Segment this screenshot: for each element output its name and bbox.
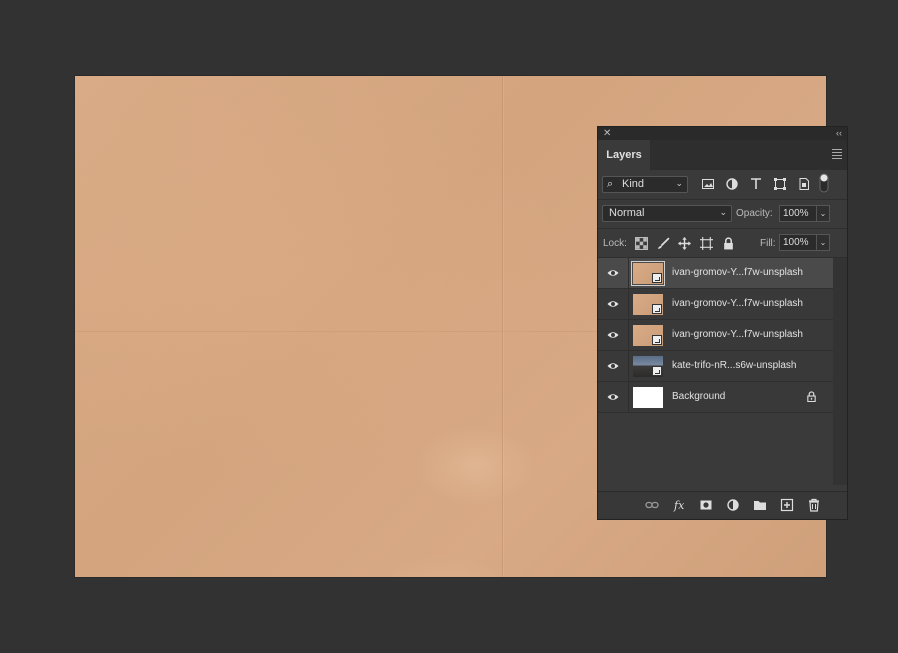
lock-all-icon[interactable] <box>722 237 735 250</box>
layer-row[interactable]: ivan-gromov-Y...f7w-unsplash <box>598 289 833 320</box>
panel-header-strip: ✕ ‹‹ <box>598 127 847 140</box>
smart-object-icon <box>652 273 662 283</box>
layer-mask-icon[interactable] <box>699 498 713 512</box>
lock-transparent-icon[interactable] <box>635 237 648 250</box>
layer-name: Background <box>672 391 726 402</box>
row-divider <box>628 320 629 350</box>
opacity-dropdown-icon[interactable]: ⌄ <box>816 205 830 222</box>
layers-panel: ✕ ‹‹ Layers ⌕ Kind ⌄ Normal ⌄ Opacity: 1… <box>597 126 848 520</box>
fill-input[interactable]: 100% <box>779 234 817 251</box>
chevron-down-icon: ⌄ <box>675 178 683 188</box>
svg-text:fx: fx <box>673 499 685 512</box>
chevron-down-icon: ⌄ <box>719 207 727 217</box>
blend-row: Normal ⌄ Opacity: 100% ⌄ <box>598 200 847 229</box>
layer-row[interactable]: ivan-gromov-Y...f7w-unsplash <box>598 258 833 289</box>
layer-thumbnail <box>633 387 663 408</box>
lock-position-icon[interactable] <box>678 237 691 250</box>
row-divider <box>628 351 629 381</box>
panel-footer: fx <box>598 491 847 519</box>
opacity-input[interactable]: 100% <box>779 205 817 222</box>
panel-tab-bar: Layers <box>598 140 847 170</box>
layer-row[interactable]: kate-trifo-nR...s6w-unsplash <box>598 351 833 382</box>
opacity-label: Opacity: <box>736 208 773 219</box>
adjustment-filter-icon[interactable] <box>725 177 739 191</box>
collapse-panel-icon[interactable]: ‹‹ <box>836 127 842 140</box>
layer-name: ivan-gromov-Y...f7w-unsplash <box>672 267 803 278</box>
smart-object-icon <box>652 366 662 376</box>
type-filter-icon[interactable] <box>749 177 763 191</box>
search-icon: ⌕ <box>607 178 614 190</box>
smart-object-filter-icon[interactable] <box>797 177 811 191</box>
row-divider <box>628 289 629 319</box>
layer-thumbnail <box>633 356 663 377</box>
fill-dropdown-icon[interactable]: ⌄ <box>816 234 830 251</box>
layer-name: ivan-gromov-Y...f7w-unsplash <box>672 329 803 340</box>
close-panel-icon[interactable]: ✕ <box>603 127 611 140</box>
smart-object-icon <box>652 304 662 314</box>
panel-menu-icon[interactable] <box>832 149 842 161</box>
eye-icon[interactable] <box>607 360 619 372</box>
paper-fold-vertical <box>502 76 504 577</box>
blend-mode-select[interactable]: Normal ⌄ <box>602 205 732 222</box>
eye-icon[interactable] <box>607 298 619 310</box>
lock-row: Lock: Fill: 100% ⌄ <box>598 229 847 258</box>
eye-icon[interactable] <box>607 391 619 403</box>
lock-label: Lock: <box>603 238 627 249</box>
eye-icon[interactable] <box>607 329 619 341</box>
layer-row[interactable]: Background <box>598 382 833 413</box>
delete-layer-icon[interactable] <box>807 498 821 512</box>
link-layers-icon[interactable] <box>645 498 659 512</box>
lock-image-icon[interactable] <box>657 237 670 250</box>
tab-layers[interactable]: Layers <box>598 140 650 170</box>
fx-icon[interactable]: fx <box>673 498 687 512</box>
layer-thumbnail <box>633 294 663 315</box>
new-group-icon[interactable] <box>753 498 767 512</box>
row-divider <box>628 258 629 288</box>
lock-icon <box>807 391 816 402</box>
row-divider <box>628 382 629 412</box>
layer-thumbnail <box>633 325 663 346</box>
layer-name: kate-trifo-nR...s6w-unsplash <box>672 360 797 371</box>
layer-thumbnail <box>631 261 665 286</box>
smart-object-icon <box>652 335 662 345</box>
filter-toggle-icon[interactable] <box>819 173 829 193</box>
filter-kind-select[interactable]: ⌕ Kind ⌄ <box>602 176 688 193</box>
image-filter-icon[interactable] <box>701 177 715 191</box>
layer-list: ivan-gromov-Y...f7w-unsplash ivan-gromov… <box>598 258 833 413</box>
eye-icon[interactable] <box>607 267 619 279</box>
blend-mode-value: Normal <box>609 207 645 219</box>
adjustment-layer-icon[interactable] <box>726 498 740 512</box>
shape-filter-icon[interactable] <box>773 177 787 191</box>
layer-name: ivan-gromov-Y...f7w-unsplash <box>672 298 803 309</box>
new-layer-icon[interactable] <box>780 498 794 512</box>
layer-row[interactable]: ivan-gromov-Y...f7w-unsplash <box>598 320 833 351</box>
filter-row: ⌕ Kind ⌄ <box>598 170 847 200</box>
scrollbar[interactable] <box>833 258 847 485</box>
lock-artboard-icon[interactable] <box>700 237 713 250</box>
fill-label: Fill: <box>760 238 776 249</box>
filter-kind-label: Kind <box>622 178 645 190</box>
